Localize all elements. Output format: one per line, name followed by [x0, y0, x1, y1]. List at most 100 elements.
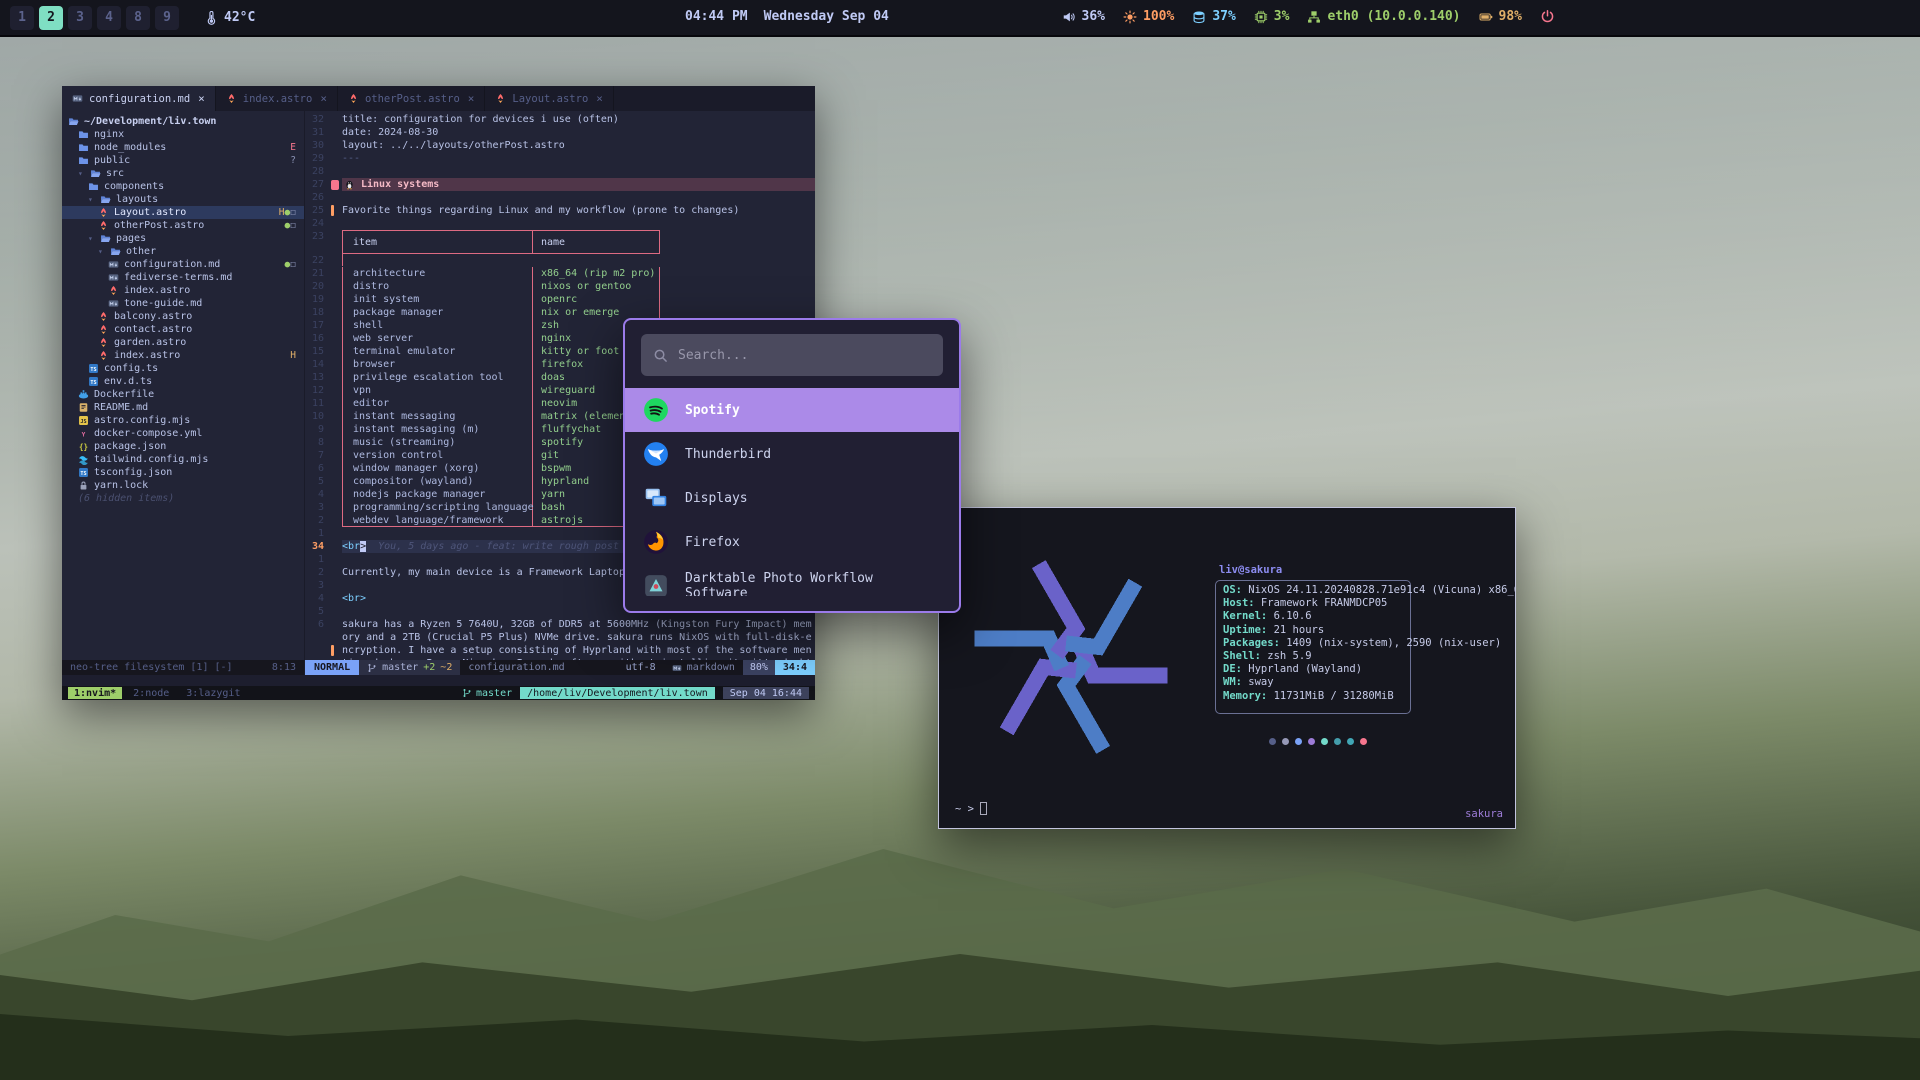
- tree-item[interactable]: index.astroH: [62, 349, 304, 362]
- tree-item[interactable]: garden.astro: [62, 336, 304, 349]
- launcher-item[interactable]: Darktable Photo Workflow Software: [625, 564, 959, 596]
- sign-column: [331, 267, 342, 280]
- tree-item[interactable]: node_modulesE: [62, 141, 304, 154]
- markdown-file-icon: [108, 259, 119, 270]
- line-content: ---: [342, 152, 815, 165]
- tmux-git-branch: master: [462, 688, 512, 699]
- buffer-line: 6sakura has a Ryzen 5 7640U, 32GB of DDR…: [305, 618, 815, 660]
- line-number: 7: [305, 449, 331, 462]
- tmux-session[interactable]: 2:node: [127, 687, 175, 699]
- workspace-button[interactable]: 8: [126, 6, 150, 30]
- line-number: 26: [305, 191, 331, 204]
- tree-item[interactable]: tone-guide.md: [62, 297, 304, 310]
- tree-item[interactable]: ▾pages: [62, 232, 304, 245]
- sign-column: [331, 139, 342, 152]
- tree-root[interactable]: ~/Development/liv.town: [62, 115, 304, 128]
- tree-item[interactable]: Layout.astroH ● ◻: [62, 206, 304, 219]
- fetch-info-line: DE: Hyprland (Wayland): [1223, 663, 1516, 676]
- tree-item[interactable]: yarn.lock: [62, 479, 304, 492]
- tree-item[interactable]: (6 hidden items): [62, 492, 304, 505]
- launcher-item[interactable]: Displays: [625, 476, 959, 520]
- tree-item[interactable]: JSastro.config.mjs: [62, 414, 304, 427]
- color-palette: [1269, 738, 1367, 745]
- tree-item[interactable]: Dockerfile: [62, 388, 304, 401]
- launcher-results: SpotifyThunderbirdDisplaysFirefoxDarktab…: [625, 388, 959, 596]
- line-number: 5: [305, 475, 331, 488]
- tree-item[interactable]: components: [62, 180, 304, 193]
- tree-item[interactable]: configuration.md● ◻: [62, 258, 304, 271]
- svg-text:Y: Y: [82, 431, 86, 438]
- volume-module[interactable]: 36%: [1062, 9, 1105, 24]
- tree-item[interactable]: nginx: [62, 128, 304, 141]
- launcher-item[interactable]: Firefox: [625, 520, 959, 564]
- tab-close-icon[interactable]: ×: [596, 92, 603, 105]
- penguin-icon: [344, 179, 355, 190]
- brightness-module[interactable]: 100%: [1123, 9, 1174, 24]
- tmux-statusbar: 1:nvim*2:node3:lazygit master /home/liv/…: [62, 686, 815, 700]
- launcher-item[interactable]: Thunderbird: [625, 432, 959, 476]
- line-number: 9: [305, 423, 331, 436]
- git-blame: You, 5 days ago - feat: write rough post…: [366, 541, 637, 552]
- table-row: architecturex86_64 (rip m2 pro): [342, 267, 660, 280]
- power-icon: [1540, 9, 1555, 24]
- launcher-item[interactable]: Spotify: [625, 388, 959, 432]
- tree-item[interactable]: index.astro: [62, 284, 304, 297]
- workspace-button[interactable]: 4: [97, 6, 121, 30]
- tree-item[interactable]: public?: [62, 154, 304, 167]
- network-module[interactable]: eth0 (10.0.0.140): [1307, 9, 1460, 24]
- tab-close-icon[interactable]: ×: [468, 92, 475, 105]
- tree-item[interactable]: tailwind.config.mjs: [62, 453, 304, 466]
- tree-item-label: Layout.astro: [114, 207, 186, 218]
- tree-item[interactable]: {}package.json: [62, 440, 304, 453]
- editor-tab[interactable]: configuration.md×: [62, 86, 216, 111]
- tree-item-label: public: [94, 155, 130, 166]
- tree-item[interactable]: ▾other: [62, 245, 304, 258]
- tree-item[interactable]: balcony.astro: [62, 310, 304, 323]
- tree-item-label: (6 hidden items): [78, 493, 174, 504]
- workspace-button[interactable]: 2: [39, 6, 63, 30]
- line-number: 2: [305, 514, 331, 527]
- nixos-logo: [955, 534, 1187, 780]
- tree-item[interactable]: otherPost.astro● ◻: [62, 219, 304, 232]
- buffer-line: 25Favorite things regarding Linux and my…: [305, 204, 815, 217]
- editor-tab[interactable]: otherPost.astro×: [338, 86, 485, 111]
- workspace-button[interactable]: 3: [68, 6, 92, 30]
- battery-value: 98%: [1499, 9, 1522, 24]
- tmux-session[interactable]: 1:nvim*: [68, 687, 122, 699]
- table-row: programming/scripting languagebash: [342, 501, 660, 514]
- fetch-info-line: WM: sway: [1223, 676, 1516, 689]
- table-row: window manager (xorg)bspwm: [342, 462, 660, 475]
- tmux-session[interactable]: 3:lazygit: [180, 687, 246, 699]
- line-content: [342, 165, 815, 178]
- editor-tab[interactable]: index.astro×: [216, 86, 338, 111]
- tree-item-label: tone-guide.md: [124, 298, 202, 309]
- tree-item[interactable]: contact.astro: [62, 323, 304, 336]
- terminal-window[interactable]: liv@sakura OS: NixOS 24.11.20240828.71e9…: [938, 507, 1516, 829]
- line-number: 11: [305, 397, 331, 410]
- line-number: 3: [305, 579, 331, 592]
- editor-tab[interactable]: Layout.astro×: [485, 86, 613, 111]
- markdown-file-icon: [72, 93, 83, 104]
- tab-close-icon[interactable]: ×: [198, 92, 205, 105]
- tab-close-icon[interactable]: ×: [320, 92, 327, 105]
- fetch-info-line: Host: Framework FRANMDCP05: [1223, 597, 1516, 610]
- tree-item[interactable]: TStsconfig.json: [62, 466, 304, 479]
- sign-column: [331, 204, 342, 217]
- search-input[interactable]: Search...: [641, 334, 943, 376]
- tree-item[interactable]: TSconfig.ts: [62, 362, 304, 375]
- power-button[interactable]: [1540, 9, 1555, 24]
- workspace-button[interactable]: 9: [155, 6, 179, 30]
- tree-item[interactable]: fediverse-terms.md: [62, 271, 304, 284]
- file-tree: ~/Development/liv.townnginxnode_modulesE…: [62, 111, 305, 660]
- line-content: date: 2024-08-30: [342, 126, 815, 139]
- line-content: init systemopenrc: [342, 293, 815, 306]
- tree-item[interactable]: Ydocker-compose.yml: [62, 427, 304, 440]
- tree-item[interactable]: README.md: [62, 401, 304, 414]
- shell-prompt[interactable]: ~ >: [955, 802, 987, 815]
- json-file-icon: {}: [78, 441, 89, 452]
- tree-item[interactable]: TSenv.d.ts: [62, 375, 304, 388]
- workspace-button[interactable]: 1: [10, 6, 34, 30]
- tree-item[interactable]: ▾layouts: [62, 193, 304, 206]
- tree-item[interactable]: ▾src: [62, 167, 304, 180]
- line-number: 18: [305, 306, 331, 319]
